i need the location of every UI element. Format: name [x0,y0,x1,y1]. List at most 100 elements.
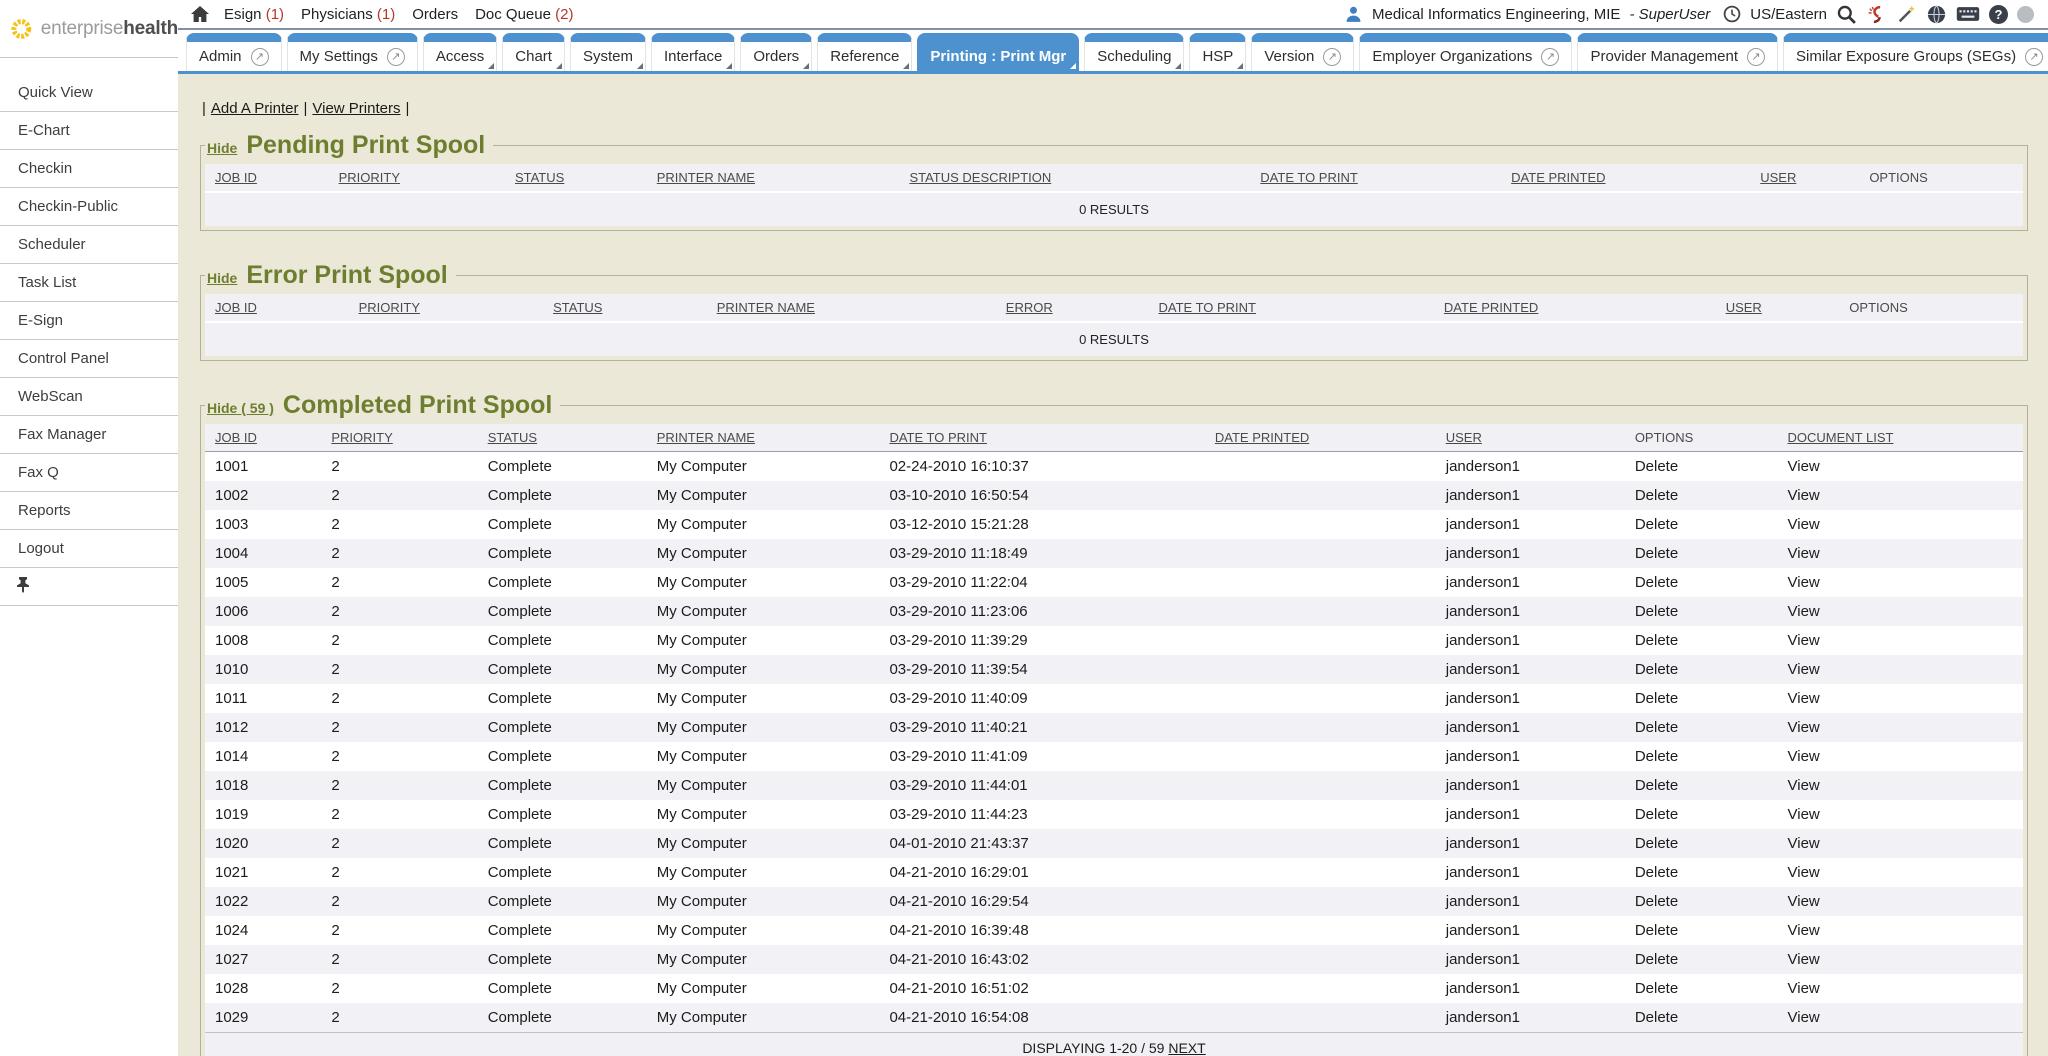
home-icon[interactable] [190,5,210,23]
sidebar-item-logout[interactable]: Logout [0,530,178,568]
sidebar-item-fax-manager[interactable]: Fax Manager [0,416,178,454]
view-printers-link[interactable]: View Printers [312,100,400,117]
delete-link[interactable]: Delete [1625,974,1778,1003]
view-link[interactable]: View [1778,597,2023,626]
column-header-job-id[interactable]: JOB ID [205,424,321,452]
top-nav-physicians[interactable]: Physicians (1) [301,6,395,23]
view-link[interactable]: View [1778,568,2023,597]
view-link[interactable]: View [1778,684,2023,713]
delete-link[interactable]: Delete [1625,1003,1778,1032]
sidebar-item-e-sign[interactable]: E-Sign [0,302,178,340]
column-header-printer-name[interactable]: PRINTER NAME [647,424,880,452]
delete-link[interactable]: Delete [1625,655,1778,684]
tab-employer-organizations[interactable]: Employer Organizations↗ [1359,33,1572,71]
column-header-priority[interactable]: PRIORITY [321,424,477,452]
column-header-error[interactable]: ERROR [996,294,1149,322]
delete-link[interactable]: Delete [1625,858,1778,887]
column-header-priority[interactable]: PRIORITY [349,294,544,322]
hide-completed-link[interactable]: Hide ( 59 ) [207,400,274,416]
column-header-date-to-print[interactable]: DATE TO PRINT [1148,294,1433,322]
keyboard-icon[interactable] [1956,6,1980,22]
delete-link[interactable]: Delete [1625,626,1778,655]
tab-orders[interactable]: Orders [740,33,812,71]
sidebar-item-reports[interactable]: Reports [0,492,178,530]
column-header-status-description[interactable]: STATUS DESCRIPTION [899,164,1250,192]
column-header-user[interactable]: USER [1436,424,1625,452]
view-link[interactable]: View [1778,829,2023,858]
tab-hsp[interactable]: HSP [1189,33,1246,71]
view-link[interactable]: View [1778,655,2023,684]
sidebar-item-scheduler[interactable]: Scheduler [0,226,178,264]
column-header-printer-name[interactable]: PRINTER NAME [647,164,900,192]
view-link[interactable]: View [1778,481,2023,510]
delete-link[interactable]: Delete [1625,742,1778,771]
sidebar-item-e-chart[interactable]: E-Chart [0,112,178,150]
delete-link[interactable]: Delete [1625,916,1778,945]
view-link[interactable]: View [1778,452,2023,482]
sidebar-item-quick-view[interactable]: Quick View [0,74,178,112]
column-header-date-printed[interactable]: DATE PRINTED [1434,294,1716,322]
view-link[interactable]: View [1778,800,2023,829]
column-header-date-to-print[interactable]: DATE TO PRINT [879,424,1204,452]
top-nav-doc-queue[interactable]: Doc Queue (2) [475,6,573,23]
delete-link[interactable]: Delete [1625,568,1778,597]
top-nav-orders[interactable]: Orders [412,6,458,23]
broken-link-icon[interactable] [1866,4,1887,25]
sidebar-item-checkin-public[interactable]: Checkin-Public [0,188,178,226]
delete-link[interactable]: Delete [1625,771,1778,800]
tab-version[interactable]: Version↗ [1251,33,1354,71]
column-header-date-printed[interactable]: DATE PRINTED [1501,164,1750,192]
wand-icon[interactable] [1896,4,1917,25]
tab-system[interactable]: System [570,33,646,71]
column-header-job-id[interactable]: JOB ID [205,164,329,192]
pin-sidebar-button[interactable] [0,568,178,606]
tab-scheduling[interactable]: Scheduling [1084,33,1184,71]
tab-access[interactable]: Access [423,33,497,71]
tab-printing-print-mgr[interactable]: Printing : Print Mgr [917,33,1079,71]
delete-link[interactable]: Delete [1625,452,1778,482]
view-link[interactable]: View [1778,1003,2023,1032]
delete-link[interactable]: Delete [1625,481,1778,510]
delete-link[interactable]: Delete [1625,684,1778,713]
column-header-job-id[interactable]: JOB ID [205,294,349,322]
column-header-date-printed[interactable]: DATE PRINTED [1205,424,1436,452]
tab-chart[interactable]: Chart [502,33,565,71]
sidebar-item-control-panel[interactable]: Control Panel [0,340,178,378]
view-link[interactable]: View [1778,626,2023,655]
help-icon[interactable]: ? [1989,5,2008,24]
view-link[interactable]: View [1778,916,2023,945]
view-link[interactable]: View [1778,771,2023,800]
tab-reference[interactable]: Reference [817,33,912,71]
delete-link[interactable]: Delete [1625,887,1778,916]
column-header-user[interactable]: USER [1750,164,1859,192]
tab-similar-exposure-groups-segs[interactable]: Similar Exposure Groups (SEGs)↗ [1783,33,2048,71]
view-link[interactable]: View [1778,713,2023,742]
column-header-user[interactable]: USER [1716,294,1840,322]
tab-my-settings[interactable]: My Settings↗ [287,33,418,71]
delete-link[interactable]: Delete [1625,829,1778,858]
add-a-printer-link[interactable]: Add A Printer [211,100,299,117]
delete-link[interactable]: Delete [1625,597,1778,626]
delete-link[interactable]: Delete [1625,800,1778,829]
tab-provider-management[interactable]: Provider Management↗ [1577,33,1778,71]
column-header-status[interactable]: STATUS [478,424,647,452]
sidebar-item-webscan[interactable]: WebScan [0,378,178,416]
next-page-link[interactable]: NEXT [1168,1040,1205,1056]
column-header-status[interactable]: STATUS [505,164,647,192]
column-header-priority[interactable]: PRIORITY [329,164,505,192]
view-link[interactable]: View [1778,510,2023,539]
column-header-date-to-print[interactable]: DATE TO PRINT [1250,164,1501,192]
view-link[interactable]: View [1778,742,2023,771]
search-icon[interactable] [1836,4,1857,25]
view-link[interactable]: View [1778,539,2023,568]
delete-link[interactable]: Delete [1625,945,1778,974]
sidebar-item-fax-q[interactable]: Fax Q [0,454,178,492]
tab-interface[interactable]: Interface [651,33,735,71]
top-nav-esign[interactable]: Esign (1) [224,6,284,23]
column-header-document-list[interactable]: DOCUMENT LIST [1778,424,2023,452]
delete-link[interactable]: Delete [1625,713,1778,742]
hide-pending-link[interactable]: Hide [207,140,237,156]
globe-icon[interactable] [1926,4,1947,25]
sidebar-item-task-list[interactable]: Task List [0,264,178,302]
column-header-status[interactable]: STATUS [543,294,707,322]
